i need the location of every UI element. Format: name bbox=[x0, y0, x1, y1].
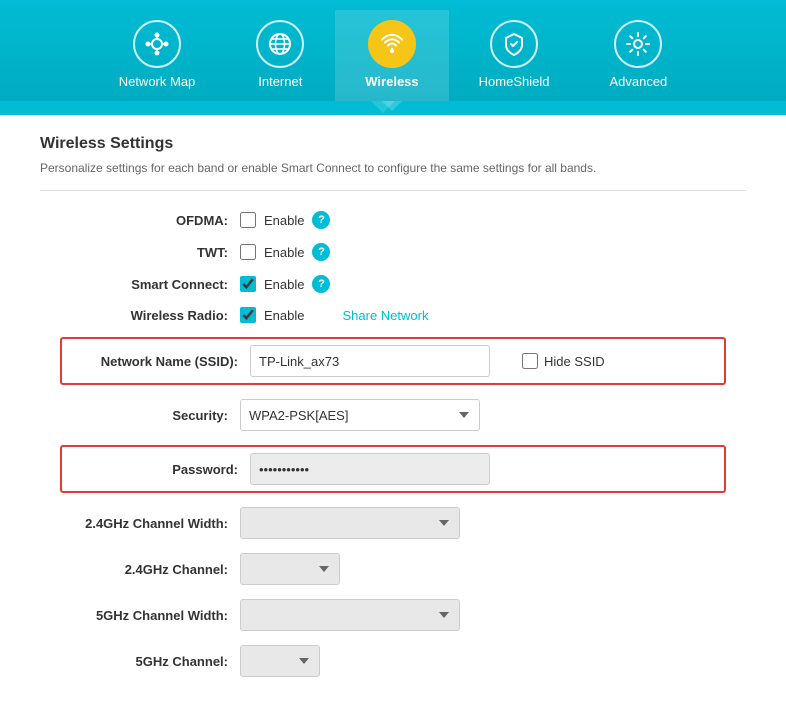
nav-label-wireless: Wireless bbox=[365, 74, 418, 89]
twt-enable-label: Enable bbox=[264, 245, 304, 260]
wireless-radio-enable-label: Enable bbox=[264, 308, 304, 323]
top-navigation: Network Map Internet bbox=[0, 0, 786, 101]
twt-checkbox[interactable] bbox=[240, 244, 256, 260]
hide-ssid-checkbox[interactable] bbox=[522, 353, 538, 369]
security-control: WPA2-PSK[AES] WPA/WPA2-PSK None bbox=[240, 399, 726, 431]
page-title: Wireless Settings bbox=[40, 135, 746, 153]
channel-24-control bbox=[240, 553, 726, 585]
ofdma-help-icon[interactable]: ? bbox=[312, 211, 330, 229]
channel-5-control bbox=[240, 645, 726, 677]
nav-item-wireless[interactable]: Wireless bbox=[335, 10, 448, 101]
smart-connect-control: Enable ? bbox=[240, 275, 726, 293]
nav-icon-homeshield bbox=[490, 20, 538, 68]
ofdma-label: OFDMA: bbox=[60, 213, 240, 228]
password-input[interactable] bbox=[250, 453, 490, 485]
homeshield-icon bbox=[501, 31, 527, 57]
password-row-highlighted: Password: bbox=[60, 445, 726, 493]
wireless-radio-label: Wireless Radio: bbox=[60, 308, 240, 323]
network-name-input[interactable] bbox=[250, 345, 490, 377]
network-map-icon bbox=[144, 31, 170, 57]
page-description: Personalize settings for each band or en… bbox=[40, 161, 746, 191]
nav-label-homeshield: HomeShield bbox=[479, 74, 550, 89]
nav-items: Network Map Internet bbox=[89, 10, 698, 101]
nav-item-advanced[interactable]: Advanced bbox=[579, 10, 697, 101]
channel-24-label: 2.4GHz Channel: bbox=[60, 562, 240, 577]
internet-icon bbox=[267, 31, 293, 57]
ofdma-row: OFDMA: Enable ? bbox=[40, 211, 746, 229]
share-network-link[interactable]: Share Network bbox=[342, 308, 428, 323]
twt-label: TWT: bbox=[60, 245, 240, 260]
security-label: Security: bbox=[60, 408, 240, 423]
wireless-radio-checkbox[interactable] bbox=[240, 307, 256, 323]
channel-width-5-row: 5GHz Channel Width: bbox=[40, 599, 746, 631]
channel-5-row: 5GHz Channel: bbox=[40, 645, 746, 677]
channel-width-24-control bbox=[240, 507, 726, 539]
twt-row: TWT: Enable ? bbox=[40, 243, 746, 261]
channel-width-5-control bbox=[240, 599, 726, 631]
channel-width-5-select[interactable] bbox=[240, 599, 460, 631]
channel-width-24-row: 2.4GHz Channel Width: bbox=[40, 507, 746, 539]
wireless-radio-row: Wireless Radio: Enable Share Network bbox=[40, 307, 746, 323]
smart-connect-label: Smart Connect: bbox=[60, 277, 240, 292]
smart-connect-checkbox[interactable] bbox=[240, 276, 256, 292]
password-label: Password: bbox=[70, 462, 250, 477]
channel-width-24-label: 2.4GHz Channel Width: bbox=[60, 516, 240, 531]
twt-help-icon[interactable]: ? bbox=[312, 243, 330, 261]
channel-5-select[interactable] bbox=[240, 645, 320, 677]
smart-connect-row: Smart Connect: Enable ? bbox=[40, 275, 746, 293]
channel-width-5-label: 5GHz Channel Width: bbox=[60, 608, 240, 623]
network-name-label: Network Name (SSID): bbox=[70, 354, 250, 369]
nav-label-advanced: Advanced bbox=[609, 74, 667, 89]
nav-icon-internet bbox=[256, 20, 304, 68]
nav-icon-network-map bbox=[133, 20, 181, 68]
nav-label-internet: Internet bbox=[258, 74, 302, 89]
nav-item-network-map[interactable]: Network Map bbox=[89, 10, 226, 101]
twt-control: Enable ? bbox=[240, 243, 726, 261]
wireless-icon bbox=[379, 31, 405, 57]
nav-label-network-map: Network Map bbox=[119, 74, 196, 89]
hide-ssid-area: Hide SSID bbox=[522, 353, 605, 369]
network-name-row-highlighted: Network Name (SSID): Hide SSID bbox=[60, 337, 726, 385]
wireless-radio-control: Enable Share Network bbox=[240, 307, 726, 323]
channel-width-24-select[interactable] bbox=[240, 507, 460, 539]
main-content: Wireless Settings Personalize settings f… bbox=[0, 115, 786, 711]
hide-ssid-label: Hide SSID bbox=[544, 354, 605, 369]
ofdma-control: Enable ? bbox=[240, 211, 726, 229]
channel-5-label: 5GHz Channel: bbox=[60, 654, 240, 669]
smart-connect-help-icon[interactable]: ? bbox=[312, 275, 330, 293]
nav-item-internet[interactable]: Internet bbox=[225, 10, 335, 101]
security-row: Security: WPA2-PSK[AES] WPA/WPA2-PSK Non… bbox=[40, 399, 746, 431]
nav-item-homeshield[interactable]: HomeShield bbox=[449, 10, 580, 101]
channel-24-row: 2.4GHz Channel: bbox=[40, 553, 746, 585]
security-select[interactable]: WPA2-PSK[AES] WPA/WPA2-PSK None bbox=[240, 399, 480, 431]
nav-icon-wireless bbox=[368, 20, 416, 68]
advanced-icon bbox=[625, 31, 651, 57]
channel-24-select[interactable] bbox=[240, 553, 340, 585]
ofdma-checkbox[interactable] bbox=[240, 212, 256, 228]
smart-connect-enable-label: Enable bbox=[264, 277, 304, 292]
ofdma-enable-label: Enable bbox=[264, 213, 304, 228]
nav-icon-advanced bbox=[614, 20, 662, 68]
password-control bbox=[250, 453, 716, 485]
network-name-control: Hide SSID bbox=[250, 345, 716, 377]
